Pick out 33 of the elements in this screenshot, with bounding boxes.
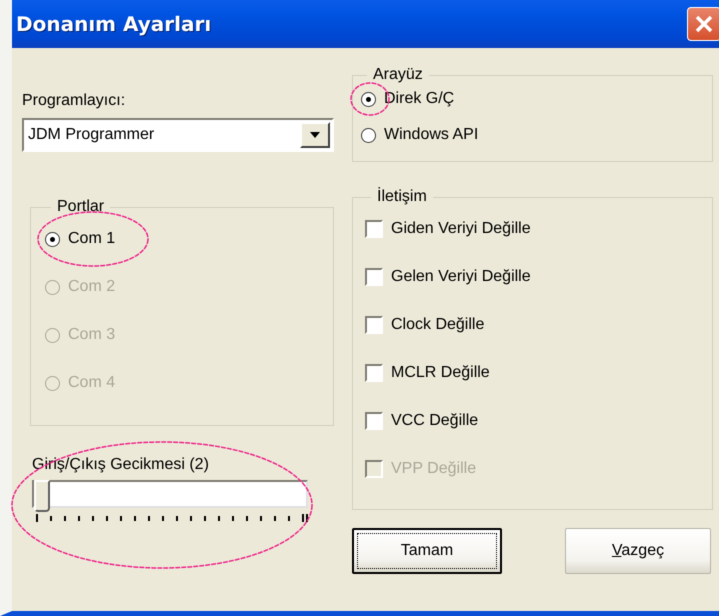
option-label: Gelen Veriyi Değille bbox=[391, 268, 531, 286]
programmer-dropdown[interactable]: JDM Programmer bbox=[22, 118, 334, 152]
option-label: Windows API bbox=[384, 126, 478, 144]
option-label: Com 4 bbox=[68, 374, 116, 392]
caret-icon bbox=[310, 132, 320, 138]
radio-button[interactable] bbox=[45, 232, 60, 246]
option-label: VCC Değille bbox=[391, 412, 478, 430]
option-label: Com 1 bbox=[68, 230, 116, 248]
option-label: Clock Değille bbox=[391, 316, 484, 334]
option-label: MCLR Değille bbox=[391, 364, 490, 382]
programmer-label: Programlayıcı: bbox=[22, 92, 126, 109]
radio-button[interactable] bbox=[361, 128, 376, 142]
option-label: Giden Veriyi Değille bbox=[391, 220, 531, 238]
cancel-button[interactable]: Vazgeç bbox=[565, 528, 711, 574]
checkbox[interactable] bbox=[365, 316, 383, 334]
group-title: İletişim bbox=[376, 188, 428, 206]
checkbox[interactable] bbox=[365, 268, 383, 286]
close-button[interactable] bbox=[687, 7, 719, 41]
window-title: Donanım Ayarları bbox=[16, 12, 212, 36]
checkbox[interactable] bbox=[365, 412, 383, 430]
option-label: Com 3 bbox=[68, 326, 116, 344]
group-title: Arayüz bbox=[372, 66, 424, 84]
radio-button[interactable] bbox=[361, 92, 376, 106]
option-label: Com 2 bbox=[68, 278, 116, 296]
group-title: Portlar bbox=[56, 198, 106, 216]
close-icon bbox=[694, 14, 714, 34]
option-label: Direk G/Ç bbox=[384, 90, 454, 108]
checkbox[interactable] bbox=[365, 364, 383, 382]
option-label: VPP Değille bbox=[391, 460, 476, 478]
dropdown-button[interactable] bbox=[300, 122, 330, 148]
checkbox[interactable] bbox=[365, 220, 383, 238]
ok-button[interactable]: Tamam bbox=[352, 528, 502, 574]
slider-thumb[interactable] bbox=[34, 480, 50, 512]
